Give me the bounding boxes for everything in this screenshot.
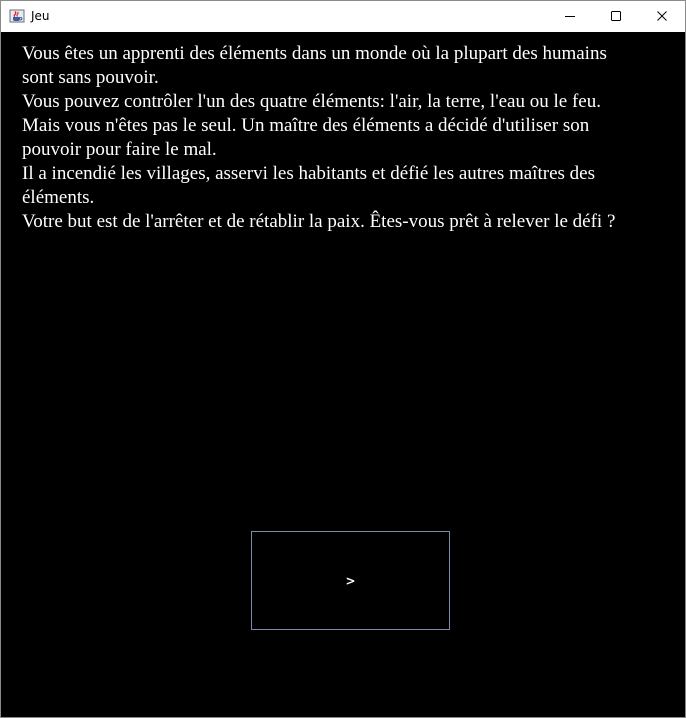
title-bar[interactable]: Jeu (1, 1, 685, 32)
game-panel: Vous êtes un apprenti des éléments dans … (1, 32, 685, 717)
close-icon (656, 7, 668, 26)
minimize-icon (564, 7, 576, 26)
game-window: Jeu Vous êtes un apprenti des éléments d… (0, 0, 686, 718)
minimize-button[interactable] (547, 1, 593, 32)
close-button[interactable] (639, 1, 685, 32)
window-title: Jeu (31, 9, 50, 23)
story-text: Vous êtes un apprenti des éléments dans … (22, 43, 616, 232)
maximize-icon (610, 7, 622, 26)
java-cup-icon (9, 8, 25, 24)
next-button-label: > (345, 573, 356, 588)
maximize-button[interactable] (593, 1, 639, 32)
next-button[interactable]: > (251, 531, 450, 630)
